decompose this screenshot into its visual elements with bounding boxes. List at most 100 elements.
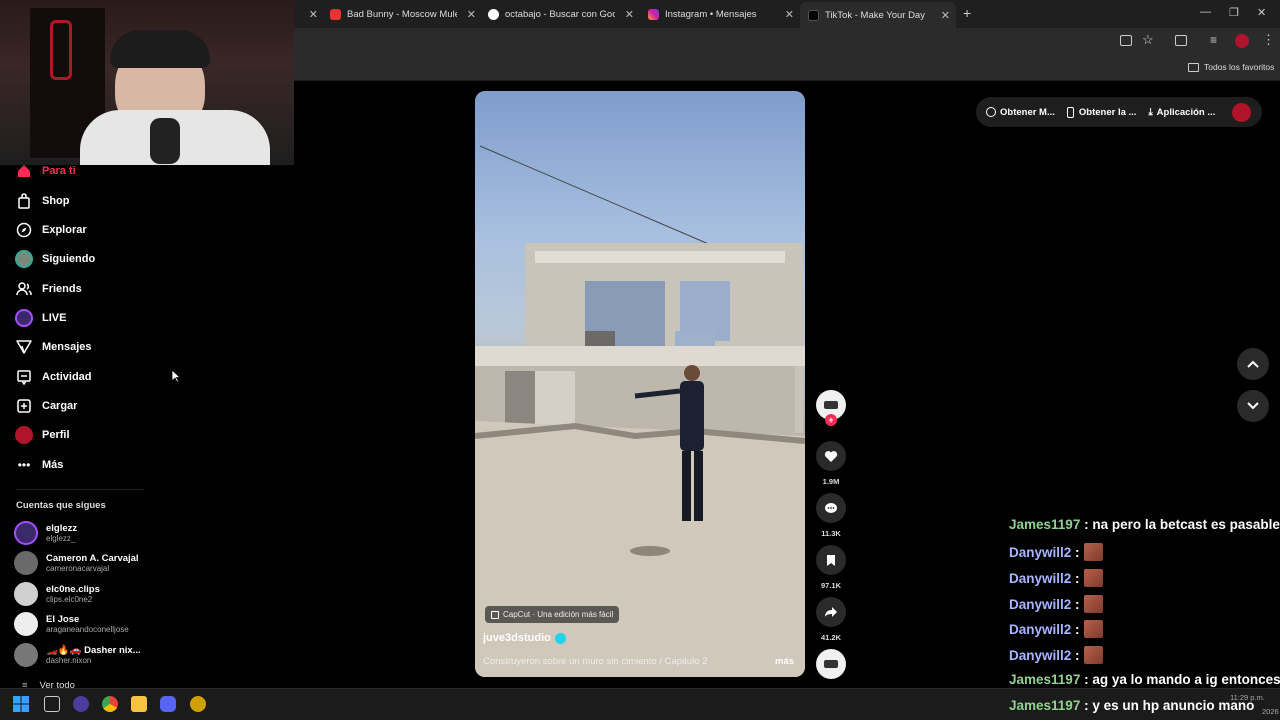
close-icon[interactable]: ✕: [625, 8, 634, 21]
music-disc-button[interactable]: [816, 649, 846, 679]
following-account[interactable]: Cameron A. Carvajal cameronacarvajal: [14, 551, 139, 575]
restore-icon[interactable]: ❐: [1229, 6, 1239, 19]
emote-icon: [1083, 543, 1103, 561]
following-account[interactable]: El Jose araganeandoconelljose: [14, 612, 129, 636]
kebab-menu-icon[interactable]: ⋮: [1262, 32, 1275, 48]
sidebar-item-perfil[interactable]: Perfil: [14, 424, 70, 446]
live-icon: [14, 308, 34, 328]
share-arrow-icon: [816, 597, 846, 627]
save-button[interactable]: 97.1K: [816, 545, 846, 590]
sidebar-item-live[interactable]: LIVE: [14, 307, 66, 329]
previous-video-button[interactable]: [1237, 348, 1269, 380]
following-account[interactable]: elc0ne.clips clips.elc0ne2: [14, 582, 100, 606]
chevron-down-icon: [1247, 402, 1259, 410]
microphone: [150, 118, 180, 164]
google-icon: [488, 8, 499, 20]
task-view-icon[interactable]: [44, 696, 60, 712]
following-avatar-icon: [14, 249, 34, 269]
tab-tiktok[interactable]: TikTok - Make Your Day ✕: [800, 2, 956, 28]
phone-icon: [1066, 106, 1074, 118]
top-actions-bar: Obtener M... Obtener la ... ⤓ Aplicación …: [976, 97, 1262, 127]
activity-icon: [14, 367, 34, 387]
sidebar-item-para-ti[interactable]: Para ti: [14, 160, 76, 182]
sidebar-item-mas[interactable]: ••• Más: [14, 454, 64, 476]
get-coins-button[interactable]: Obtener M...: [986, 107, 1055, 118]
video-frame: [475, 145, 805, 677]
like-button[interactable]: 1.9M: [816, 441, 846, 486]
desktop-app-button[interactable]: ⤓ Aplicación ...: [1148, 107, 1215, 118]
avatar: [14, 582, 38, 606]
close-icon[interactable]: ✕: [309, 8, 318, 21]
comment-count: 11.3K: [821, 529, 841, 538]
media-controls-icon[interactable]: ≡: [1210, 33, 1217, 47]
profile-avatar-icon[interactable]: [1235, 34, 1249, 48]
tab-partial[interactable]: ✕: [296, 4, 318, 24]
video-player[interactable]: CapCut · Una edición más fácil juve3dstu…: [475, 91, 805, 677]
sidebar-item-explorar[interactable]: Explorar: [14, 219, 87, 241]
emote-icon: [1083, 595, 1103, 613]
window-close-icon[interactable]: ✕: [1257, 6, 1266, 19]
emote-icon: [1083, 569, 1103, 587]
following-account[interactable]: elglezz elglezz_: [14, 521, 77, 545]
sidebar-item-mensajes[interactable]: Mensajes: [14, 336, 92, 358]
comment-button[interactable]: 11.3K: [816, 493, 846, 538]
avatar: [14, 521, 38, 545]
capcut-badge[interactable]: CapCut · Una edición más fácil: [485, 606, 620, 623]
chat-message: Danywill2 :: [1009, 569, 1103, 587]
new-tab-button[interactable]: +: [963, 5, 971, 21]
app-icon[interactable]: [190, 696, 206, 712]
caption-more-link[interactable]: más: [775, 656, 794, 667]
like-count: 1.9M: [822, 477, 840, 486]
avatar: [14, 643, 38, 667]
close-icon[interactable]: ✕: [467, 8, 476, 21]
emote-icon: [1083, 646, 1103, 664]
chat-message: Danywill2 :: [1009, 543, 1103, 561]
profile-avatar-icon[interactable]: [1232, 103, 1251, 122]
streamer-cap: [110, 30, 210, 68]
following-account[interactable]: 🏎️🔥🚗 Dasher nix... dasher.nixon: [14, 643, 141, 667]
discord-icon[interactable]: [160, 696, 176, 712]
video-author[interactable]: juve3dstudio: [483, 632, 566, 644]
next-video-button[interactable]: [1237, 390, 1269, 422]
close-icon[interactable]: ✕: [785, 8, 794, 21]
tab-google[interactable]: octabajo - Buscar con Google ✕: [488, 4, 634, 24]
chrome-icon[interactable]: [102, 696, 118, 712]
folder-icon: [1188, 62, 1199, 72]
minimize-icon[interactable]: —: [1200, 6, 1211, 18]
save-count: 97.1K: [820, 581, 841, 590]
install-app-icon[interactable]: [1120, 35, 1132, 46]
file-explorer-icon[interactable]: [131, 696, 147, 712]
share-button[interactable]: 41.2K: [816, 597, 846, 642]
get-app-button[interactable]: Obtener la ...: [1066, 106, 1136, 118]
download-icon: ⤓: [1148, 106, 1153, 118]
tab-instagram[interactable]: Instagram • Mensajes ✕: [648, 4, 794, 24]
sidebar-item-siguiendo[interactable]: Siguiendo: [14, 248, 95, 270]
author-avatar-button[interactable]: +: [816, 390, 846, 426]
sidebar-item-shop[interactable]: Shop: [14, 190, 70, 212]
neon-logo: [50, 20, 72, 80]
chat-message: Danywill2 :: [1009, 646, 1103, 664]
side-panel-icon[interactable]: [1175, 35, 1187, 46]
profile-avatar-icon: [14, 425, 34, 445]
instagram-icon: [648, 8, 659, 20]
shop-icon: [14, 191, 34, 211]
tab-youtube[interactable]: Bad Bunny - Moscow Mule (Vid ✕: [330, 4, 476, 24]
more-dots-icon: •••: [17, 458, 31, 472]
sidebar-item-friends[interactable]: Friends: [14, 278, 82, 300]
windows-start-icon[interactable]: [13, 696, 29, 712]
app-icon[interactable]: [73, 696, 89, 712]
sidebar-item-actividad[interactable]: Actividad: [14, 366, 92, 388]
close-icon[interactable]: ✕: [941, 9, 950, 22]
home-icon: [14, 161, 34, 181]
bookmark-star-icon[interactable]: ☆: [1142, 32, 1154, 48]
tiktok-icon: [808, 9, 819, 21]
music-disc-icon: [816, 649, 846, 679]
youtube-icon: [330, 8, 341, 20]
all-bookmarks-folder[interactable]: Todos los favoritos: [1188, 62, 1274, 72]
sidebar-item-cargar[interactable]: Cargar: [14, 395, 77, 417]
send-icon: [14, 337, 34, 357]
heart-icon: [816, 441, 846, 471]
emote-icon: [1083, 620, 1103, 638]
follow-plus-icon[interactable]: +: [825, 414, 837, 426]
chat-message: James1197 : y es un hp anuncio mano: [1009, 698, 1255, 713]
